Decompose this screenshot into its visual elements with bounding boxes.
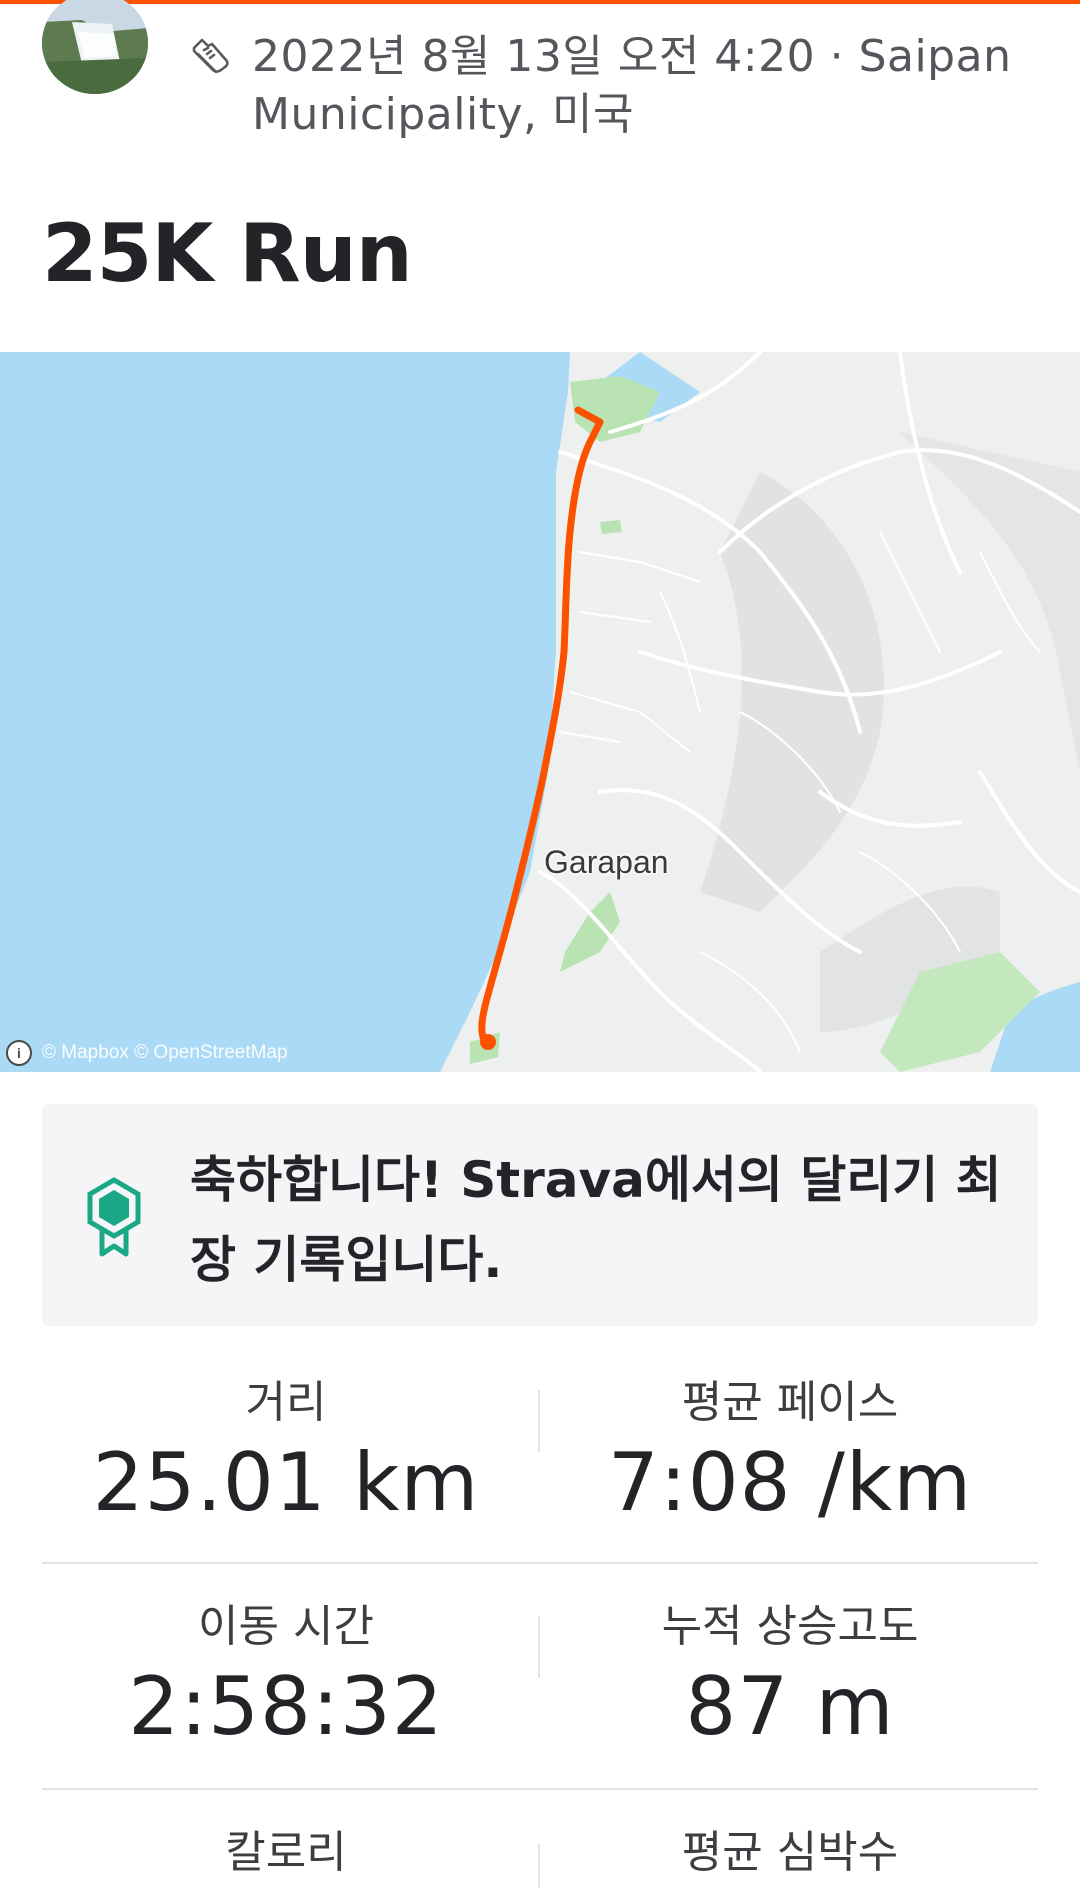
elevation-gain-label: 누적 상승고도 [661,1601,919,1652]
distance-value: 25.01 km [92,1436,480,1529]
achievement-text: 축하합니다! Strava에서의 달리기 최장 기록입니다. [190,1151,1002,1289]
stats-row-divider [42,1788,1038,1790]
avg-heart-rate-label: 평균 심박수 [681,1827,899,1878]
calories-label: 칼로리 [225,1827,347,1878]
avatar[interactable] [42,0,148,94]
avg-pace-label: 평균 페이스 [681,1377,899,1428]
map-attribution[interactable]: i © Mapbox © OpenStreetMap [6,1040,288,1066]
stats-row-divider [42,1562,1038,1564]
moving-time-label: 이동 시간 [198,1601,374,1652]
activity-meta: 2022년 8월 13일 오전 4:20 · Saipan Municipali… [252,31,1012,140]
route-map[interactable]: Garapan i © Mapbox © OpenStreetMap [0,352,1080,1072]
elevation-gain-value: 87 m [685,1660,895,1753]
route-end-marker [480,1034,496,1050]
map-place-label: Garapan [544,844,669,880]
distance-label: 거리 [245,1377,327,1428]
avg-pace-value: 7:08 /km [607,1436,973,1529]
activity-title: 25K Run [42,207,413,300]
moving-time-value: 2:58:32 [128,1660,444,1753]
achievement-banner[interactable]: 축하합니다! Strava에서의 달리기 최장 기록입니다. [42,1104,1038,1326]
running-shoe-icon [192,38,229,74]
top-accent-bar [0,0,1080,4]
medal-icon [87,1177,141,1257]
info-icon[interactable]: i [6,1040,32,1066]
map-attribution-text: © Mapbox © OpenStreetMap [42,1042,288,1063]
